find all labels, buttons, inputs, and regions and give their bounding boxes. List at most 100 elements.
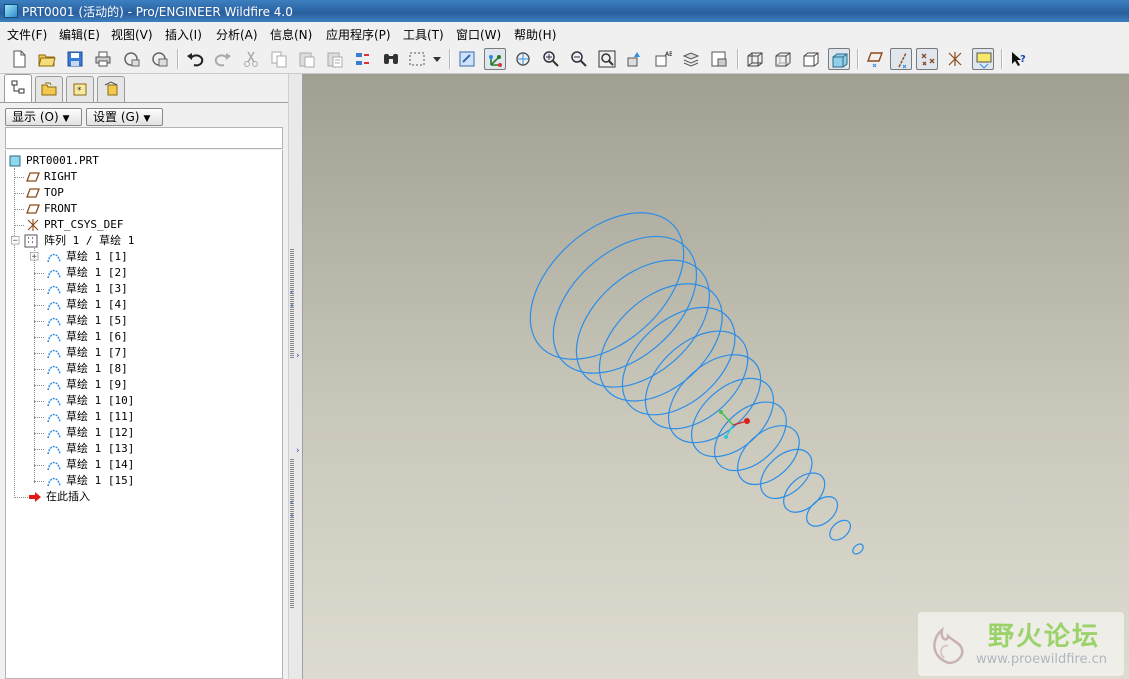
- menu-window[interactable]: 窗口(W): [456, 26, 501, 43]
- menu-edit[interactable]: 编辑(E): [59, 26, 100, 43]
- toolbar: AB ?: [0, 44, 1129, 74]
- expand-right-icon[interactable]: ›: [296, 447, 300, 456]
- datum-axes-icon[interactable]: [890, 48, 912, 70]
- graphics-window[interactable]: [303, 74, 1129, 679]
- tree-item-label: 草绘 1 [15]: [66, 474, 135, 487]
- reorient-icon[interactable]: [624, 48, 646, 70]
- spin-center-icon[interactable]: [484, 48, 506, 70]
- menu-analysis[interactable]: 分析(A): [216, 26, 258, 43]
- sketch-ellipse[interactable]: [776, 465, 832, 520]
- menu-tools[interactable]: 工具(T): [403, 26, 444, 43]
- app-icon: [4, 4, 18, 18]
- zoom-in-icon[interactable]: [540, 48, 562, 70]
- shading-icon[interactable]: [828, 48, 850, 70]
- collapse-icon[interactable]: [11, 236, 20, 245]
- paste-icon[interactable]: [296, 48, 318, 70]
- chevron-down-icon: ▼: [143, 114, 151, 124]
- datum-points-icon[interactable]: [916, 48, 938, 70]
- find-icon[interactable]: [380, 48, 402, 70]
- model-tree: PRT0001.PRT RIGHT TOP FRONT PRT_CSYS_DEF…: [5, 150, 283, 679]
- expand-icon[interactable]: [30, 252, 39, 261]
- regenerate-icon[interactable]: [352, 48, 374, 70]
- layers-icon[interactable]: [680, 48, 702, 70]
- collapse-left-icon[interactable]: ‹: [290, 512, 294, 521]
- expand-right-icon[interactable]: ›: [296, 352, 300, 361]
- refit-icon[interactable]: [596, 48, 618, 70]
- favorites-icon: *: [73, 83, 87, 96]
- menu-help[interactable]: 帮助(H): [514, 26, 556, 43]
- annotations-icon[interactable]: [972, 48, 994, 70]
- sketch-ellipse[interactable]: [801, 491, 843, 532]
- tree-filter-field[interactable]: [5, 127, 283, 149]
- sketch-ellipse[interactable]: [826, 516, 854, 544]
- select-dropdown-icon[interactable]: [430, 48, 444, 70]
- sketch-icon: [47, 253, 61, 263]
- tree-item-label: 草绘 1 [10]: [66, 394, 135, 407]
- menu-insert[interactable]: 插入(I): [165, 26, 202, 43]
- collapse-left-icon[interactable]: ‹: [290, 289, 294, 298]
- menu-view[interactable]: 视图(V): [111, 26, 153, 43]
- redo-icon[interactable]: [212, 48, 234, 70]
- collapse-left-icon[interactable]: ‹: [290, 499, 294, 508]
- settings-dropdown[interactable]: 设置 (G) ▼: [86, 108, 163, 126]
- sketch-ellipse[interactable]: [652, 338, 777, 460]
- tree-item-label: 草绘 1 [1]: [66, 250, 128, 263]
- zoom-out-icon[interactable]: [568, 48, 590, 70]
- tab-folder-browser[interactable]: [35, 76, 63, 102]
- menu-applications[interactable]: 应用程序(P): [326, 26, 391, 43]
- view-manager-icon[interactable]: [708, 48, 730, 70]
- wireframe-icon[interactable]: [744, 48, 766, 70]
- menu-file[interactable]: 文件(F): [7, 26, 47, 43]
- hidden-line-icon[interactable]: [772, 48, 794, 70]
- sketch-ellipse[interactable]: [627, 312, 766, 448]
- collapse-left-icon[interactable]: ‹: [290, 302, 294, 311]
- context-help-icon[interactable]: ?: [1008, 48, 1030, 70]
- menu-info[interactable]: 信息(N): [270, 26, 312, 43]
- tree-item-label: 草绘 1 [11]: [66, 410, 135, 423]
- tab-connections[interactable]: [97, 76, 125, 102]
- print-icon[interactable]: [92, 48, 114, 70]
- watermark-title: 野火论坛: [988, 622, 1101, 652]
- tree-item-label: 草绘 1 [12]: [66, 426, 135, 439]
- sketch-icon: [47, 477, 61, 487]
- save-icon[interactable]: [64, 48, 86, 70]
- undo-icon[interactable]: [184, 48, 206, 70]
- sketch-ellipse[interactable]: [602, 286, 755, 435]
- no-hidden-icon[interactable]: [800, 48, 822, 70]
- open-icon[interactable]: [36, 48, 58, 70]
- sketch-ellipse[interactable]: [702, 389, 800, 484]
- datum-plane-icon: [26, 172, 40, 182]
- tree-item-label: 草绘 1 [6]: [66, 330, 128, 343]
- select-box-icon[interactable]: [406, 48, 430, 70]
- tree-item-label: PRT0001.PRT: [26, 154, 99, 167]
- cut-icon[interactable]: [240, 48, 262, 70]
- send-attach-icon[interactable]: [148, 48, 170, 70]
- saved-views-icon[interactable]: AB: [652, 48, 674, 70]
- new-icon[interactable]: [8, 48, 30, 70]
- tree-item-label: 草绘 1 [14]: [66, 458, 135, 471]
- tree-item-label: 在此插入: [46, 490, 90, 503]
- send-mail-icon[interactable]: [120, 48, 142, 70]
- sketch-icon: [47, 381, 61, 391]
- show-dropdown[interactable]: 显示 (O) ▼: [5, 108, 82, 126]
- tab-favorites[interactable]: *: [66, 76, 94, 102]
- sketch-ellipse[interactable]: [503, 184, 712, 388]
- repaint-icon[interactable]: [456, 48, 478, 70]
- sketch-icon: [47, 333, 61, 343]
- sketch-icon: [47, 317, 61, 327]
- sketch-icon: [47, 285, 61, 295]
- settings-dropdown-label: 设置 (G): [93, 110, 140, 124]
- sketch-ellipse[interactable]: [751, 440, 821, 508]
- copy-icon[interactable]: [268, 48, 290, 70]
- orient-mode-icon[interactable]: [512, 48, 534, 70]
- coord-sys-icon[interactable]: [944, 48, 966, 70]
- sketch-ellipse[interactable]: [851, 542, 865, 556]
- tab-model-tree[interactable]: [4, 74, 32, 102]
- paste-special-icon[interactable]: [324, 48, 346, 70]
- datum-planes-icon[interactable]: [864, 48, 886, 70]
- panel-splitter[interactable]: ‹ ‹ › › ‹ ‹: [288, 74, 303, 679]
- sketch-icon: [47, 365, 61, 375]
- sketch-icon: [47, 301, 61, 311]
- tree-item-label: PRT_CSYS_DEF: [44, 218, 124, 231]
- sketch-ellipse[interactable]: [552, 235, 733, 412]
